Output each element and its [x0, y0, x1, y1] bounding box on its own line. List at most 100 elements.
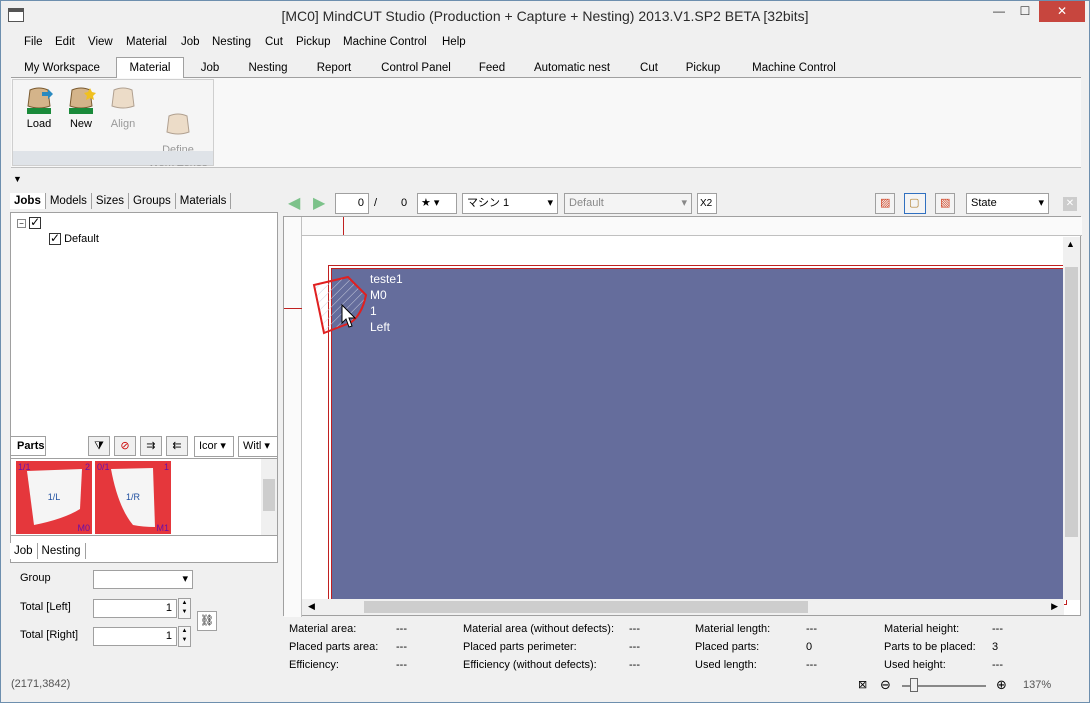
total-right-input[interactable]: 1: [93, 627, 177, 646]
menu-help[interactable]: Help: [442, 36, 466, 48]
load-label: Load: [26, 118, 52, 130]
collapse-all-icon[interactable]: ⇇: [166, 436, 188, 456]
tab-control-panel[interactable]: Control Panel: [371, 58, 461, 78]
part-card[interactable]: 0/1 1 1/R M1: [95, 461, 171, 534]
link-icon[interactable]: ⛓: [197, 611, 217, 631]
view-mode-select[interactable]: Icor ▾: [194, 436, 234, 457]
width-select[interactable]: Witl ▾: [238, 436, 278, 457]
split-view-icon[interactable]: ▧: [935, 193, 955, 214]
favorite-select[interactable]: ★ ▾: [417, 193, 457, 214]
menu-machine-control[interactable]: Machine Control: [343, 36, 427, 48]
material-length-label: Material length:: [695, 623, 771, 635]
fit-icon[interactable]: ⊠: [858, 678, 867, 691]
x2-button[interactable]: X2: [697, 193, 717, 214]
tab-cut[interactable]: Cut: [631, 58, 667, 78]
hatch-view-icon[interactable]: ▨: [875, 193, 895, 214]
maximize-button[interactable]: ☐: [1012, 1, 1038, 22]
menu-pickup[interactable]: Pickup: [296, 36, 331, 48]
part-material: M0: [77, 523, 90, 533]
zoom-slider-thumb[interactable]: [910, 678, 918, 692]
panel-close-icon[interactable]: ✕: [1063, 197, 1077, 211]
part-card[interactable]: 1/1 2 1/L M0: [16, 461, 92, 534]
material-area-wo-value: ---: [629, 623, 640, 635]
material-area-wo-label: Material area (without defects):: [463, 623, 615, 635]
page-input[interactable]: 0: [335, 193, 369, 214]
menu-view[interactable]: View: [88, 36, 113, 48]
zoom-in-icon[interactable]: ⊕: [996, 677, 1007, 693]
menu-nesting[interactable]: Nesting: [212, 36, 251, 48]
ribbon-group-material: Load New Align Define Work Zones: [12, 79, 214, 169]
placed-part[interactable]: [312, 275, 372, 339]
tab-report[interactable]: Report: [307, 58, 361, 78]
placed-parts-area-label: Placed parts area:: [289, 641, 379, 653]
material-length-value: ---: [806, 623, 817, 635]
nesting-canvas[interactable]: teste1 M0 1 Left ▲ ◀ ▶: [283, 216, 1082, 617]
tab-groups[interactable]: Groups: [129, 193, 176, 209]
tab-material[interactable]: Material: [116, 57, 184, 79]
menu-edit[interactable]: Edit: [55, 36, 75, 48]
close-button[interactable]: ✕: [1039, 1, 1085, 22]
page-total: 0: [401, 197, 408, 209]
material-index: 1: [370, 304, 377, 318]
tree-default-checkbox[interactable]: [49, 231, 61, 246]
minimize-button[interactable]: —: [986, 1, 1012, 22]
load-button[interactable]: Load: [17, 86, 61, 131]
new-button[interactable]: New: [59, 86, 103, 131]
tab-nesting-panel[interactable]: Nesting: [38, 543, 86, 559]
tab-job[interactable]: Job: [10, 543, 38, 559]
tab-automatic-nest[interactable]: Automatic nest: [523, 58, 621, 78]
horizontal-scrollbar[interactable]: ◀ ▶: [302, 599, 1064, 615]
placed-parts-area-value: ---: [396, 641, 407, 653]
placed-parts-value: 0: [806, 641, 813, 653]
tab-pickup[interactable]: Pickup: [677, 58, 729, 78]
tab-materials[interactable]: Materials: [176, 193, 232, 209]
parts-scrollbar[interactable]: [261, 459, 277, 535]
material-side: Left: [370, 320, 391, 334]
tab-jobs[interactable]: Jobs: [10, 193, 46, 209]
tab-job[interactable]: Job: [191, 58, 229, 78]
tab-feed[interactable]: Feed: [471, 58, 513, 78]
material-area-value: ---: [396, 623, 407, 635]
back-arrow-icon[interactable]: ◀: [288, 193, 300, 213]
collapse-ribbon-icon[interactable]: ▼: [13, 174, 22, 184]
total-left-label: Total [Left]: [20, 601, 71, 613]
tab-sizes[interactable]: Sizes: [92, 193, 130, 209]
forward-arrow-icon[interactable]: ▶: [313, 193, 325, 213]
group-select[interactable]: ▾: [93, 570, 193, 589]
collapse-icon[interactable]: −: [17, 218, 26, 228]
tree-root-checkbox[interactable]: [29, 215, 42, 230]
align-icon: [108, 86, 138, 116]
parts-to-be-placed-value: 3: [992, 641, 999, 653]
placed-parts-perimeter-label: Placed parts perimeter:: [463, 641, 577, 653]
used-length-value: ---: [806, 659, 817, 671]
total-left-input[interactable]: 1: [93, 599, 177, 618]
menu-file[interactable]: File: [24, 36, 43, 48]
part-count: 1: [163, 462, 169, 472]
tree-item-default[interactable]: Default: [49, 231, 99, 246]
material-sheet[interactable]: [331, 268, 1064, 601]
zoom-out-icon[interactable]: ⊖: [880, 677, 891, 693]
machine-select[interactable]: マシン 1 ▾: [462, 193, 558, 214]
expand-icon[interactable]: ⇉: [140, 436, 162, 456]
total-right-stepper[interactable]: ▲ ▼: [178, 626, 191, 647]
state-select[interactable]: State ▾: [966, 193, 1049, 214]
total-left-stepper[interactable]: ▲ ▼: [178, 598, 191, 619]
tab-machine-control[interactable]: Machine Control: [739, 58, 849, 78]
define-work-zones-button[interactable]: Define Work Zones: [143, 86, 213, 183]
no-icon[interactable]: ⊘: [114, 436, 136, 456]
vertical-scrollbar[interactable]: ▲: [1063, 237, 1080, 600]
menu-job[interactable]: Job: [181, 36, 200, 48]
left-ruler: [284, 217, 302, 617]
align-button[interactable]: Align: [101, 86, 145, 131]
tab-models[interactable]: Models: [46, 193, 92, 209]
frame-view-icon[interactable]: ▢: [904, 193, 926, 214]
menu-cut[interactable]: Cut: [265, 36, 283, 48]
parts-tab[interactable]: Parts: [10, 436, 46, 456]
used-height-label: Used height:: [884, 659, 946, 671]
menu-material[interactable]: Material: [126, 36, 167, 48]
tab-nesting[interactable]: Nesting: [237, 58, 299, 78]
profile-select[interactable]: Default ▾: [564, 193, 692, 214]
filter-icon[interactable]: ⧩: [88, 436, 110, 456]
tab-my-workspace[interactable]: My Workspace: [16, 58, 108, 78]
width-value: Witl: [243, 440, 262, 452]
